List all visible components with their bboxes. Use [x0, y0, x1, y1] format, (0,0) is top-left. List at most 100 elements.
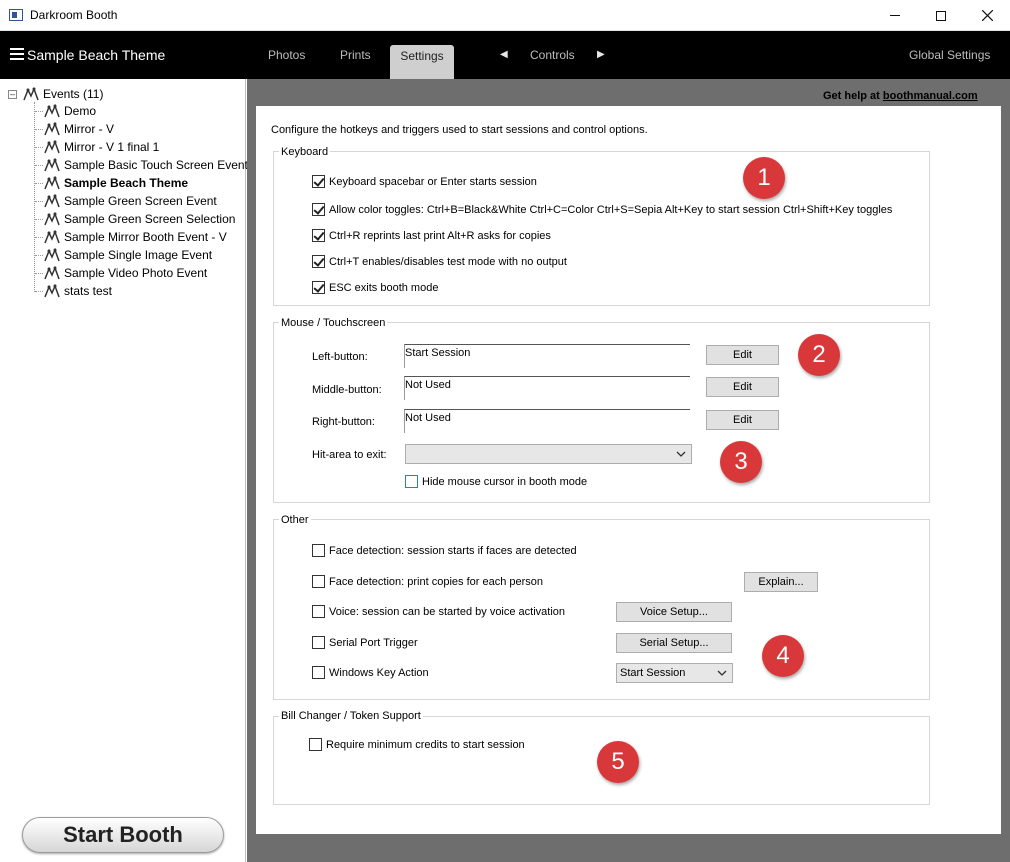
tree-branch-line [35, 291, 43, 292]
left-button-field[interactable]: Start Session [404, 344, 690, 368]
keyboard-option-checkbox[interactable] [312, 175, 325, 188]
maximize-button[interactable] [918, 0, 964, 31]
sidebar-event-item[interactable]: Mirror - V [44, 120, 114, 138]
event-icon [44, 266, 60, 280]
right-edit-button[interactable]: Edit [706, 410, 779, 430]
sidebar-event-label: Sample Beach Theme [64, 176, 189, 190]
sidebar-event-label: Mirror - V 1 final 1 [64, 140, 160, 154]
hide-cursor-checkbox[interactable] [405, 475, 418, 488]
callout-badge-2: 2 [798, 334, 840, 376]
keyboard-option[interactable]: Keyboard spacebar or Enter starts sessio… [312, 175, 537, 188]
keyboard-option-checkbox[interactable] [312, 255, 325, 268]
keyboard-option[interactable]: ESC exits booth mode [312, 281, 438, 294]
keyboard-option-checkbox[interactable] [312, 229, 325, 242]
require-credits-checkbox[interactable] [309, 738, 322, 751]
middle-edit-button[interactable]: Edit [706, 377, 779, 397]
minimize-icon [890, 15, 900, 16]
event-icon [44, 230, 60, 244]
sidebar-event-item[interactable]: Sample Basic Touch Screen Event [44, 156, 248, 174]
sidebar-event-item[interactable]: Sample Mirror Booth Event - V [44, 228, 227, 246]
serial-option[interactable]: Serial Port Trigger [312, 636, 418, 649]
left-edit-button[interactable]: Edit [706, 345, 779, 365]
sidebar-event-label: Mirror - V [64, 122, 114, 136]
events-root[interactable]: – Events (11) [8, 86, 103, 102]
event-icon [44, 158, 60, 172]
sidebar-event-item[interactable]: Sample Video Photo Event [44, 264, 207, 282]
voice-checkbox[interactable] [312, 605, 325, 618]
arrow-left-icon[interactable]: ◀ [500, 49, 508, 60]
serial-checkbox[interactable] [312, 636, 325, 649]
close-icon [981, 10, 993, 21]
event-icon [44, 284, 60, 298]
sidebar-event-item[interactable]: stats test [44, 282, 112, 300]
sidebar-event-item[interactable]: Sample Green Screen Event [44, 192, 217, 210]
help-text: Get help at boothmanual.com [823, 90, 978, 102]
mouse-group-title: Mouse / Touchscreen [279, 317, 388, 329]
arrow-right-icon[interactable]: ▶ [597, 49, 605, 60]
keyboard-option-checkbox[interactable] [312, 203, 325, 216]
face-start-checkbox[interactable] [312, 544, 325, 557]
callout-badge-3: 3 [720, 441, 762, 483]
event-icon [44, 140, 60, 154]
keyboard-option-checkbox[interactable] [312, 281, 325, 294]
global-settings-link[interactable]: Global Settings [909, 48, 990, 62]
event-icon [44, 104, 60, 118]
keyboard-option[interactable]: Allow color toggles: Ctrl+B=Black&White … [312, 203, 892, 216]
voice-setup-button[interactable]: Voice Setup... [616, 602, 732, 622]
close-button[interactable] [964, 0, 1010, 31]
face-print-option[interactable]: Face detection: print copies for each pe… [312, 575, 543, 588]
collapse-icon[interactable]: – [8, 89, 17, 99]
sidebar-event-label: Sample Green Screen Selection [64, 212, 236, 226]
face-print-label: Face detection: print copies for each pe… [329, 575, 544, 588]
windows-key-label: Windows Key Action [329, 666, 429, 679]
callout-badge-4: 4 [762, 635, 804, 677]
tree-branch-line [35, 129, 43, 130]
chevron-down-icon [676, 451, 686, 457]
middle-button-field[interactable]: Not Used [404, 376, 690, 400]
require-credits-label: Require minimum credits to start session [326, 738, 525, 751]
serial-label: Serial Port Trigger [329, 636, 418, 649]
start-booth-button[interactable]: Start Booth [22, 817, 224, 853]
windows-key-select[interactable]: Start Session [616, 663, 733, 683]
sidebar-event-item[interactable]: Demo [44, 102, 96, 120]
keyboard-option[interactable]: Ctrl+R reprints last print Alt+R asks fo… [312, 229, 551, 242]
tab-prints[interactable]: Prints [340, 48, 371, 62]
voice-label: Voice: session can be started by voice a… [329, 605, 566, 618]
event-icon [44, 212, 60, 226]
tab-photos[interactable]: Photos [268, 48, 305, 62]
voice-option[interactable]: Voice: session can be started by voice a… [312, 605, 565, 618]
explain-button[interactable]: Explain... [744, 572, 818, 592]
sidebar-event-label: Sample Green Screen Event [64, 194, 217, 208]
windows-key-option[interactable]: Windows Key Action [312, 666, 429, 679]
sidebar-event-item[interactable]: Sample Single Image Event [44, 246, 212, 264]
help-link[interactable]: boothmanual.com [883, 90, 978, 102]
sidebar-event-label: stats test [64, 284, 113, 298]
face-start-option[interactable]: Face detection: session starts if faces … [312, 544, 577, 557]
menu-icon[interactable] [10, 48, 24, 60]
keyboard-option-label: Ctrl+T enables/disables test mode with n… [329, 255, 567, 268]
windows-key-checkbox[interactable] [312, 666, 325, 679]
face-print-checkbox[interactable] [312, 575, 325, 588]
bill-group-title: Bill Changer / Token Support [279, 710, 423, 722]
minimize-button[interactable] [872, 0, 918, 31]
right-button-field[interactable]: Not Used [404, 409, 690, 433]
sidebar-event-item[interactable]: Mirror - V 1 final 1 [44, 138, 159, 156]
callout-badge-5: 5 [597, 741, 639, 783]
face-start-label: Face detection: session starts if faces … [329, 544, 577, 557]
app-icon [9, 9, 23, 21]
tab-controls[interactable]: Controls [530, 48, 575, 62]
tree-guide [34, 102, 35, 292]
event-icon [44, 194, 60, 208]
require-credits-option[interactable]: Require minimum credits to start session [309, 738, 525, 751]
tab-settings[interactable]: Settings [390, 45, 454, 79]
app-header: Sample Beach Theme Photos Prints Setting… [0, 31, 1010, 79]
sidebar-event-item[interactable]: Sample Green Screen Selection [44, 210, 235, 228]
serial-setup-button[interactable]: Serial Setup... [616, 633, 732, 653]
other-group-title: Other [279, 514, 311, 526]
sidebar-event-item[interactable]: Sample Beach Theme [44, 174, 188, 192]
hit-area-select[interactable] [405, 444, 692, 464]
keyboard-option[interactable]: Ctrl+T enables/disables test mode with n… [312, 255, 567, 268]
hide-cursor-label: Hide mouse cursor in booth mode [422, 475, 588, 488]
right-button-label: Right-button: [312, 416, 375, 428]
hide-cursor-option[interactable]: Hide mouse cursor in booth mode [405, 475, 587, 488]
